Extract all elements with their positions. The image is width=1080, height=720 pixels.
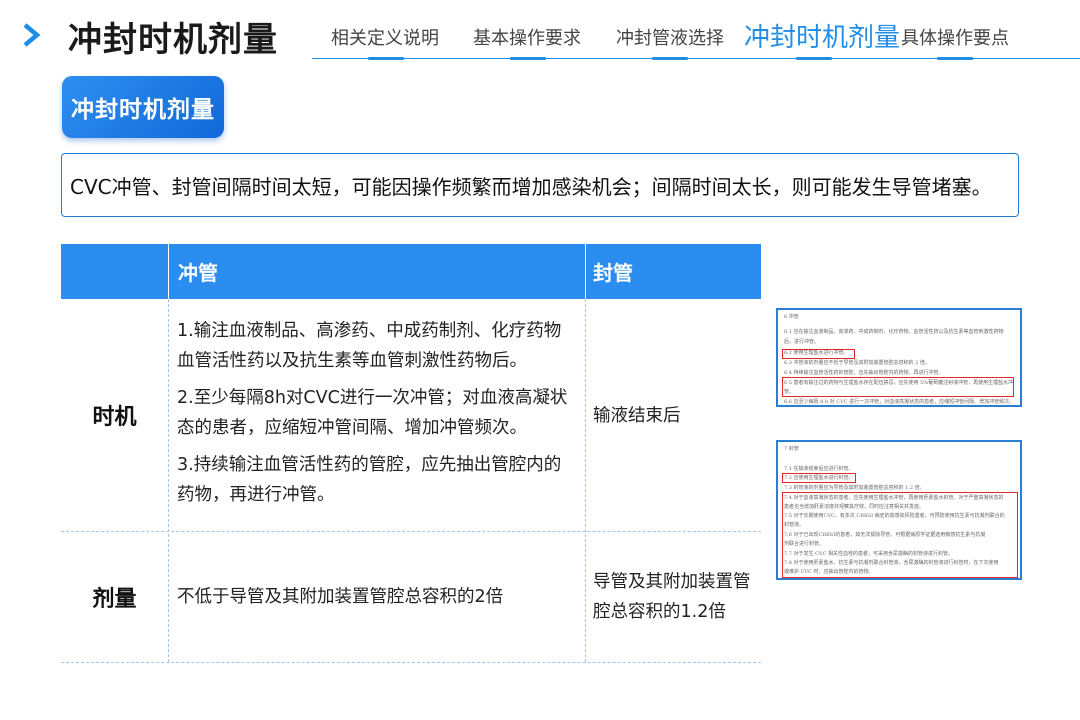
dose-lock-cell: 导管及其附加装置管腔总容积的1.2倍 (593, 572, 751, 622)
doc-line: 7 封管 (784, 446, 799, 452)
description-box: CVC冲管、封管间隔时间太短，可能因操作频繁而增加感染机会；间隔时间太长，则可能… (61, 153, 1019, 217)
doc-line: 6.1 应在输注血液制品、高渗药、中成药制剂、化疗药物、血管活性药以及抗生素等血… (784, 329, 1004, 335)
table-header-corner (61, 244, 168, 299)
header-divider-1 (168, 244, 169, 299)
column-divider-1 (168, 299, 169, 662)
timing-flush-item-3: 3.持续输注血管活性药的管腔，应先抽出管腔内的药物，再进行冲管。 (177, 455, 562, 505)
lock-document-image: 7 封管 7.1 在输液结束后应进行封管。 7.2 应使用生理盐水进行封管。 7… (776, 440, 1022, 580)
timing-flush-cell: 1.输注血液制品、高渗药、中成药制剂、化疗药物血管活性药以及抗生素等血管刺激性药… (177, 316, 577, 517)
chevron-right-icon (23, 23, 41, 47)
timing-lock-cell: 输液结束后 (593, 406, 681, 426)
table-header-lock: 封管 (593, 261, 633, 285)
timing-flush-item-1: 1.输注血液制品、高渗药、中成药制剂、化疗药物血管活性药以及抗生素等血管刺激性药… (177, 321, 562, 371)
flush-highlight-1 (782, 349, 855, 359)
header-divider-2 (585, 244, 586, 299)
row-label-timing: 时机 (92, 405, 137, 430)
doc-line: 6.6 应至少每隔 8 h 对 CVC 进行一次冲管，对血液高凝状态的患者，应缩… (784, 399, 1015, 405)
tab-operation-points[interactable]: 具体操作要点 (901, 24, 1009, 50)
tab-definitions[interactable]: 相关定义说明 (331, 24, 439, 50)
flush-highlight-2 (782, 377, 1014, 397)
table-header-flush: 冲管 (178, 261, 218, 285)
page-title: 冲封时机剂量 (68, 20, 278, 60)
row-divider-2 (61, 662, 761, 663)
doc-line: 6 冲管 (784, 314, 799, 320)
description-text: CVC冲管、封管间隔时间太短，可能因操作频繁而增加感染机会；间隔时间太长，则可能… (70, 174, 992, 199)
row-label-dose: 剂量 (92, 586, 137, 612)
header-divider (312, 58, 1080, 59)
table-header: 冲管 封管 (61, 244, 761, 299)
dose-flush-cell: 不低于导管及其附加装置管腔总容积的2倍 (177, 587, 504, 607)
tab-timing-dose[interactable]: 冲封时机剂量 (744, 17, 900, 54)
section-badge: 冲封时机剂量 (62, 76, 224, 138)
timing-flush-item-2: 2.至少每隔8h对CVC进行一次冲管；对血液高凝状态的患者，应缩短冲管间隔、增加… (177, 388, 568, 438)
doc-line: 后，进行冲管。 (784, 339, 820, 345)
lock-highlight-2 (782, 492, 1018, 578)
doc-line: 6.3 冲管液的剂量应不低于导管及其附加装置管腔总容积的 2 倍。 (784, 360, 930, 366)
column-divider-2 (585, 299, 586, 662)
lock-highlight-1 (782, 473, 856, 483)
top-nav-tabs: 相关定义说明 基本操作要求 冲封管液选择 冲封时机剂量 具体操作要点 (315, 0, 1080, 60)
flush-document-image: 6 冲管 6.1 应在输注血液制品、高渗药、中成药制剂、化疗药物、血管活性药以及… (776, 308, 1022, 407)
tab-basic-requirements[interactable]: 基本操作要求 (473, 24, 581, 50)
tab-fluid-selection[interactable]: 冲封管液选择 (616, 24, 724, 50)
